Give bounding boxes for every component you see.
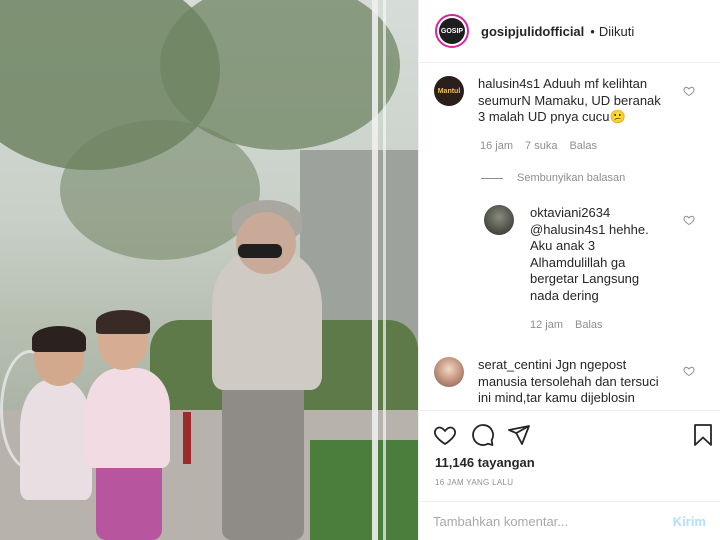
- comment-meta: 16 jam 7 suka Balas: [480, 140, 597, 152]
- comment-body-line: Alhamdulillah ga: [530, 254, 626, 270]
- comment-username[interactable]: halusin4s1: [478, 76, 540, 91]
- post-timestamp[interactable]: 16 JAM YANG LALU: [435, 478, 513, 487]
- comment-text: serat_centini Jgn ngepost manusia tersol…: [478, 357, 698, 407]
- tassel: [183, 412, 191, 464]
- heart-icon[interactable]: [433, 423, 457, 447]
- pole: [383, 0, 386, 540]
- comment-item: serat_centini Jgn ngepost manusia tersol…: [434, 357, 698, 407]
- comment-body-line: bergetar Langsung: [530, 271, 640, 286]
- post-video[interactable]: [0, 0, 418, 540]
- follow-button[interactable]: Diikuti: [599, 24, 634, 39]
- comment-body-line: ini mind,tar kamu dijeblosin: [478, 390, 635, 405]
- commenter-avatar[interactable]: [484, 205, 514, 235]
- comment-body-line: seumurN Mamaku, UD beranak: [478, 92, 661, 108]
- commenter-avatar[interactable]: Mantul: [434, 76, 464, 106]
- comment-username[interactable]: oktaviani2634: [530, 205, 610, 220]
- share-icon[interactable]: [507, 423, 531, 447]
- comment-username[interactable]: serat_centini: [478, 357, 552, 372]
- comment-like-heart-icon[interactable]: [683, 365, 695, 377]
- commenter-avatar[interactable]: [434, 357, 464, 387]
- add-comment-bar: Kirim: [419, 501, 720, 540]
- comment-text: halusin4s1 Aduuh mf kelihtan seumurN Mam…: [478, 76, 688, 126]
- avatar-logo: GOSIP: [439, 18, 465, 44]
- comment-item: Mantul halusin4s1 Aduuh mf kelihtan seum…: [434, 76, 688, 126]
- comment-body-line: manusia tersolehah dan tersuci: [478, 373, 659, 389]
- profile-username[interactable]: gosipjulidofficial: [481, 24, 584, 39]
- child-figure: [96, 310, 150, 334]
- divider-line: [481, 177, 503, 179]
- woman-figure: [236, 212, 296, 274]
- comment-body-line: @halusin4s1 hehhe.: [530, 221, 649, 237]
- comment-text: oktaviani2634 @halusin4s1 hehhe. Aku ana…: [530, 205, 690, 304]
- view-count[interactable]: 11,146 tayangan: [435, 455, 535, 470]
- post-header: GOSIP gosipjulidofficial • Diikuti: [419, 0, 720, 63]
- separator-dot: •: [590, 23, 595, 39]
- post-sidebar: GOSIP gosipjulidofficial • Diikuti Mantu…: [418, 0, 720, 540]
- hide-replies-label: Sembunyikan balasan: [517, 172, 626, 184]
- comment-likes[interactable]: 7 suka: [525, 140, 557, 152]
- post-actions: 11,146 tayangan 16 JAM YANG LALU Kirim: [419, 410, 720, 540]
- comment-body-line: nada dering: [530, 287, 599, 303]
- sunglasses: [238, 244, 282, 258]
- hide-replies-button[interactable]: Sembunyikan balasan: [481, 172, 625, 184]
- grass: [310, 440, 418, 540]
- avatar-text: Mantul: [437, 87, 461, 95]
- comment-icon[interactable]: [471, 423, 495, 447]
- comment-body-line: Jgn ngepost: [555, 357, 627, 372]
- comment-age: 12 jam: [530, 319, 564, 331]
- comment-meta: 12 jam Balas: [530, 319, 603, 331]
- child-figure: [20, 380, 92, 500]
- woman-figure: [222, 380, 304, 540]
- reply-button[interactable]: Balas: [569, 140, 597, 152]
- tree-foliage: [60, 120, 260, 260]
- comment-input[interactable]: [433, 514, 667, 529]
- comment-age: 16 jam: [480, 140, 514, 152]
- comment-body-line: 3 malah UD pnya cucu😕: [478, 109, 626, 124]
- child-figure: [86, 368, 170, 468]
- comment-body-line: Aduuh mf kelihtan: [543, 76, 648, 91]
- pole: [372, 0, 378, 540]
- reply-button[interactable]: Balas: [575, 319, 603, 331]
- child-figure: [32, 326, 86, 352]
- bookmark-icon[interactable]: [691, 423, 715, 447]
- profile-avatar[interactable]: GOSIP: [435, 14, 469, 48]
- comment-like-heart-icon[interactable]: [683, 214, 695, 226]
- comment-body-line: Aku anak 3: [530, 238, 596, 253]
- reply-item: oktaviani2634 @halusin4s1 hehhe. Aku ana…: [484, 205, 690, 304]
- post-comment-button[interactable]: Kirim: [673, 514, 706, 529]
- comment-like-heart-icon[interactable]: [683, 85, 695, 97]
- comments-list[interactable]: Mantul halusin4s1 Aduuh mf kelihtan seum…: [419, 63, 720, 410]
